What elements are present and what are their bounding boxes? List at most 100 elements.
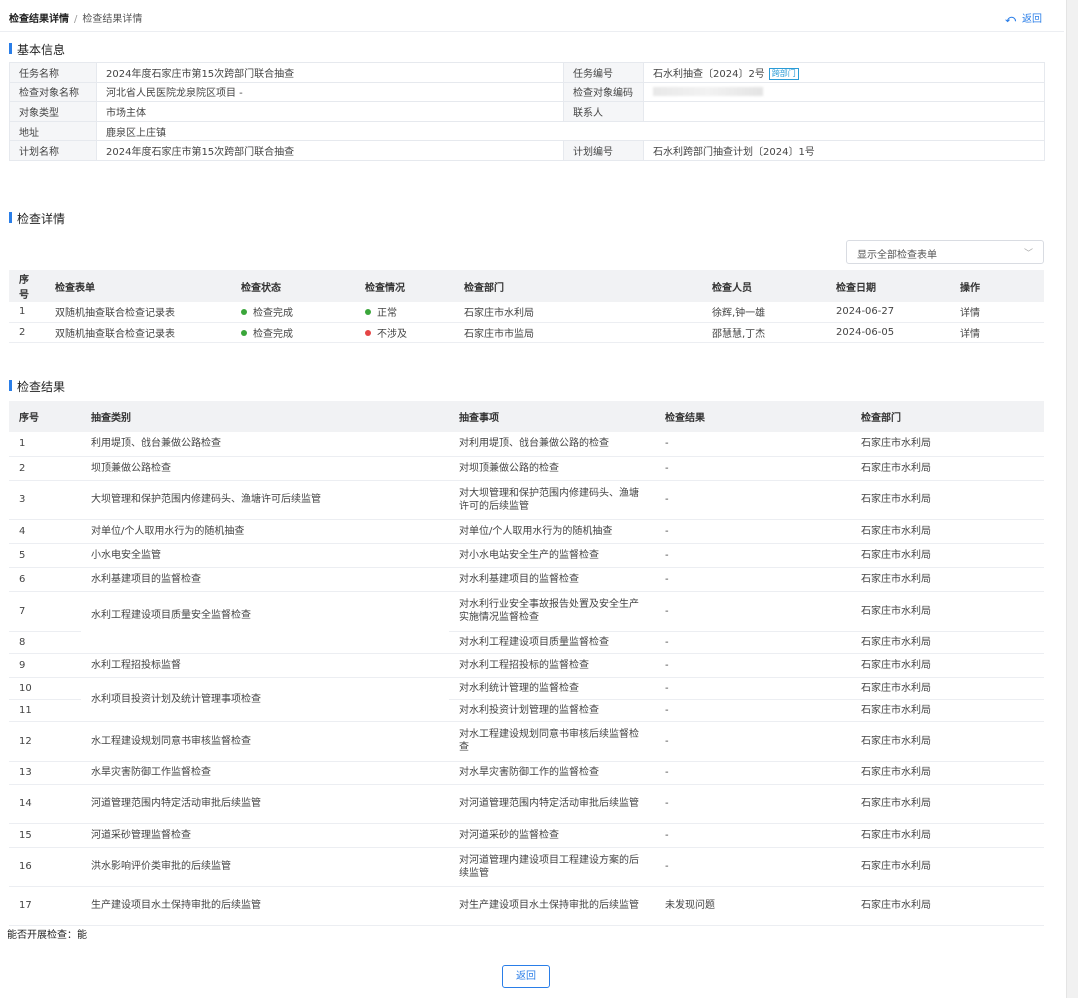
row-category: 水利项目投资计划及统计管理事项检查 (81, 677, 449, 722)
table-row: 4 对单位/个人取用水行为的随机抽查 对单位/个人取用水行为的随机抽查 - 石家庄市水利… (9, 519, 1044, 544)
chevron-down-icon: ﹀ (1023, 249, 1033, 259)
row-result: - (655, 456, 851, 481)
row-item: 对生产建设项目水土保持审批的后续监管 (449, 886, 655, 926)
row-no: 11 (9, 699, 81, 722)
row-result: - (655, 823, 851, 848)
col-header: 操作 (950, 270, 1044, 302)
row-dept: 石家庄市水利局 (851, 631, 1044, 654)
row-item: 对坝顶兼做公路的检查 (449, 456, 655, 481)
result-header-row: 序号 抽查类别 抽查事项 检查结果 检查部门 (9, 401, 1044, 432)
row-dept: 石家庄市水利局 (851, 721, 1044, 762)
row-result: - (655, 721, 851, 762)
status-text: 检查完成 (253, 328, 293, 340)
back-button-top[interactable]: ⤺ 返回 (1005, 10, 1042, 25)
basic-info-table: 任务名称 2024年度石家庄市第15次跨部门联合抽查 任务编号 石水利抽查〔20… (9, 62, 1045, 161)
situation-dot (365, 329, 371, 336)
task-name: 2024年度石家庄市第15次跨部门联合抽查 (96, 62, 564, 83)
info-row: 对象类型 市场主体 联系人 (9, 101, 1045, 122)
page-scrollbar[interactable] (1066, 0, 1078, 998)
row-result: - (655, 591, 851, 632)
detail-header-row: 序号 检查表单 检查状态 检查情况 检查部门 检查人员 检查日期 操作 (9, 270, 1044, 302)
back-label: 返回 (1022, 14, 1042, 25)
can-check-status: 能否开展检查：能 (7, 930, 87, 941)
info-label: 联系人 (563, 101, 644, 122)
table-row: 1 利用堤顶、戗台兼做公路检查 对利用堤顶、戗台兼做公路的检查 - 石家庄市水利局 (9, 432, 1044, 457)
redacted-code (653, 86, 763, 96)
col-header: 检查情况 (355, 270, 454, 302)
row-no: 15 (9, 823, 81, 848)
col-header: 序号 (9, 270, 45, 302)
back-button-bottom[interactable]: 返回 (502, 965, 550, 988)
status-dot (241, 309, 247, 316)
row-no: 10 (9, 677, 81, 700)
breadcrumb-current: 检查结果详情 (9, 14, 69, 25)
row-item: 对河道管理范围内特定活动审批后续监管 (449, 784, 655, 824)
table-row: 12 水工程建设规划同意书审核监督检查 对水工程建设规划同意书审核后续监督检查 - 石家… (9, 721, 1044, 762)
table-row: 15 河道采砂管理监督检查 对河道采砂的监督检查 - 石家庄市水利局 (9, 823, 1044, 848)
row-category: 大坝管理和保护范围内修建码头、渔塘许可后续监管 (81, 480, 449, 520)
info-label: 计划名称 (9, 140, 97, 161)
row-category: 河道采砂管理监督检查 (81, 823, 449, 848)
col-header: 检查部门 (454, 270, 702, 302)
row-result: - (655, 480, 851, 520)
info-label: 任务名称 (9, 62, 97, 83)
row-no: 12 (9, 721, 81, 762)
row-form: 双随机抽查联合检查记录表 (45, 302, 231, 323)
row-dept: 石家庄市水利局 (851, 886, 1044, 926)
situation-text: 正常 (377, 308, 397, 320)
table-row: 7 水利工程建设项目质量安全监督检查 对水利行业安全事故报告处置及安全生产实施情况监… (9, 591, 1044, 654)
info-label: 对象类型 (9, 101, 97, 122)
row-result: - (655, 761, 851, 785)
row-result: - (655, 567, 851, 592)
form-filter-select[interactable]: 显示全部检查表单 ﹀ (846, 240, 1044, 264)
row-no: 2 (9, 456, 81, 481)
table-row: 13 水旱灾害防御工作监督检查 对水旱灾害防御工作的监督检查 - 石家庄市水利局 (9, 761, 1044, 785)
info-label: 检查对象编码 (563, 81, 644, 103)
row-category: 生产建设项目水土保持审批的后续监管 (81, 886, 449, 926)
row-date: 2024-06-27 (826, 302, 950, 323)
row-item: 对水利统计管理的监督检查 (449, 677, 655, 700)
info-row: 检查对象名称 河北省人民医院龙泉院区项目 - 检查对象编码 (9, 81, 1045, 103)
table-row: 3 大坝管理和保护范围内修建码头、渔塘许可后续监管 对大坝管理和保护范围内修建码头、… (9, 480, 1044, 520)
col-header: 检查部门 (851, 401, 1044, 432)
undo-icon: ⤺ (1005, 14, 1016, 25)
row-category: 洪水影响评价类审批的后续监管 (81, 847, 449, 887)
row-category: 水利基建项目的监督检查 (81, 567, 449, 592)
row-category: 河道管理范围内特定活动审批后续监管 (81, 784, 449, 824)
row-item: 对水工程建设规划同意书审核后续监督检查 (449, 721, 655, 762)
col-header: 检查结果 (655, 401, 851, 432)
row-form: 双随机抽查联合检查记录表 (45, 322, 231, 343)
task-number-cell: 石水利抽查〔2024〕2号 跨部门 (643, 62, 1045, 83)
target-type: 市场主体 (96, 101, 564, 122)
table-row: 9 水利工程招投标监督 对水利工程招投标的监督检查 - 石家庄市水利局 (9, 653, 1044, 678)
target-name: 河北省人民医院龙泉院区项目 - (96, 81, 564, 103)
situation-cell: 正常 (355, 302, 454, 323)
table-row: 17 生产建设项目水土保持审批的后续监管 对生产建设项目水土保持审批的后续监管 未发现… (9, 886, 1044, 926)
row-dept: 石家庄市水利局 (851, 699, 1044, 722)
row-dept: 石家庄市水利局 (851, 823, 1044, 848)
result-table: 序号 抽查类别 抽查事项 检查结果 检查部门 1 利用堤顶、戗台兼做公路检查 对利用… (9, 401, 1044, 926)
row-category: 水利工程招投标监督 (81, 653, 449, 678)
row-result: - (655, 653, 851, 678)
row-category: 水工程建设规划同意书审核监督检查 (81, 721, 449, 762)
row-item: 对河道采砂的监督检查 (449, 823, 655, 848)
info-label: 计划编号 (563, 140, 644, 161)
info-row: 任务名称 2024年度石家庄市第15次跨部门联合抽查 任务编号 石水利抽查〔20… (9, 62, 1045, 83)
row-result: - (655, 519, 851, 544)
section-title-result: 检查结果 (9, 378, 65, 395)
table-row: 5 小水电安全监管 对小水电站安全生产的监督检查 - 石家庄市水利局 (9, 543, 1044, 568)
task-number: 石水利抽查〔2024〕2号 (653, 68, 765, 80)
row-result: - (655, 677, 851, 700)
row-item: 对水利基建项目的监督检查 (449, 567, 655, 592)
row-category: 小水电安全监管 (81, 543, 449, 568)
row-result: - (655, 847, 851, 887)
detail-link[interactable]: 详情 (950, 302, 1044, 323)
breadcrumb-sub[interactable]: 检查结果详情 (82, 14, 142, 25)
row-no: 17 (9, 886, 81, 926)
row-no: 9 (9, 653, 81, 678)
row-no: 3 (9, 480, 81, 520)
col-header: 检查人员 (702, 270, 826, 302)
col-header: 序号 (9, 401, 81, 432)
detail-link[interactable]: 详情 (950, 322, 1044, 343)
row-no: 4 (9, 519, 81, 544)
